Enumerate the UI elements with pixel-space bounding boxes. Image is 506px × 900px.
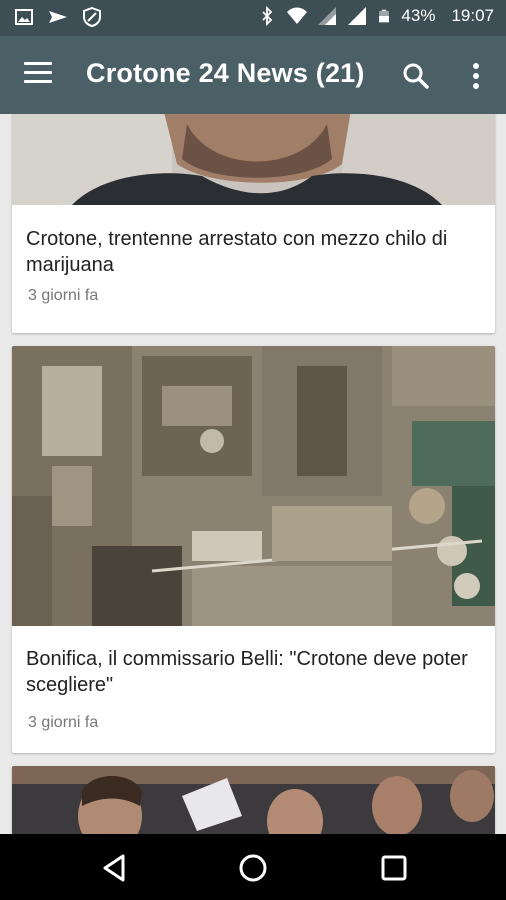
search-icon[interactable] [400,60,432,92]
image-icon [15,9,33,25]
article-headline[interactable]: Bonifica, il commissario Belli: "Crotone… [26,646,481,698]
article-image [12,766,495,834]
app-bar: Crotone 24 News (21) [0,36,506,114]
article-card[interactable] [12,766,495,834]
signal-icon-2 [348,7,367,25]
status-bar: 43% 19:07 [0,0,506,36]
more-vert-icon[interactable] [462,60,490,92]
menu-icon[interactable] [24,62,52,86]
system-nav-bar [0,834,506,900]
article-image [12,346,495,626]
article-age: 3 giorni fa [28,287,99,304]
news-feed[interactable]: Crotone, trentenne arrestato con mezzo c… [0,114,506,834]
signal-icon [318,7,337,25]
recents-icon[interactable] [377,851,411,885]
battery-icon [379,9,390,23]
back-icon[interactable] [97,851,131,885]
article-card[interactable]: Crotone, trentenne arrestato con mezzo c… [12,114,495,333]
article-headline[interactable]: Crotone, trentenne arrestato con mezzo c… [26,226,481,278]
article-card[interactable]: Bonifica, il commissario Belli: "Crotone… [12,346,495,753]
bluetooth-icon [262,6,273,26]
vpn-shield-icon [83,7,101,27]
wifi-icon [287,7,308,24]
page-title: Crotone 24 News (21) [86,58,365,88]
article-age: 3 giorni fa [28,714,99,731]
article-image [12,114,495,205]
send-icon [49,11,67,23]
battery-percent: 43% [401,6,436,25]
home-icon[interactable] [236,851,270,885]
clock: 19:07 [451,6,494,25]
